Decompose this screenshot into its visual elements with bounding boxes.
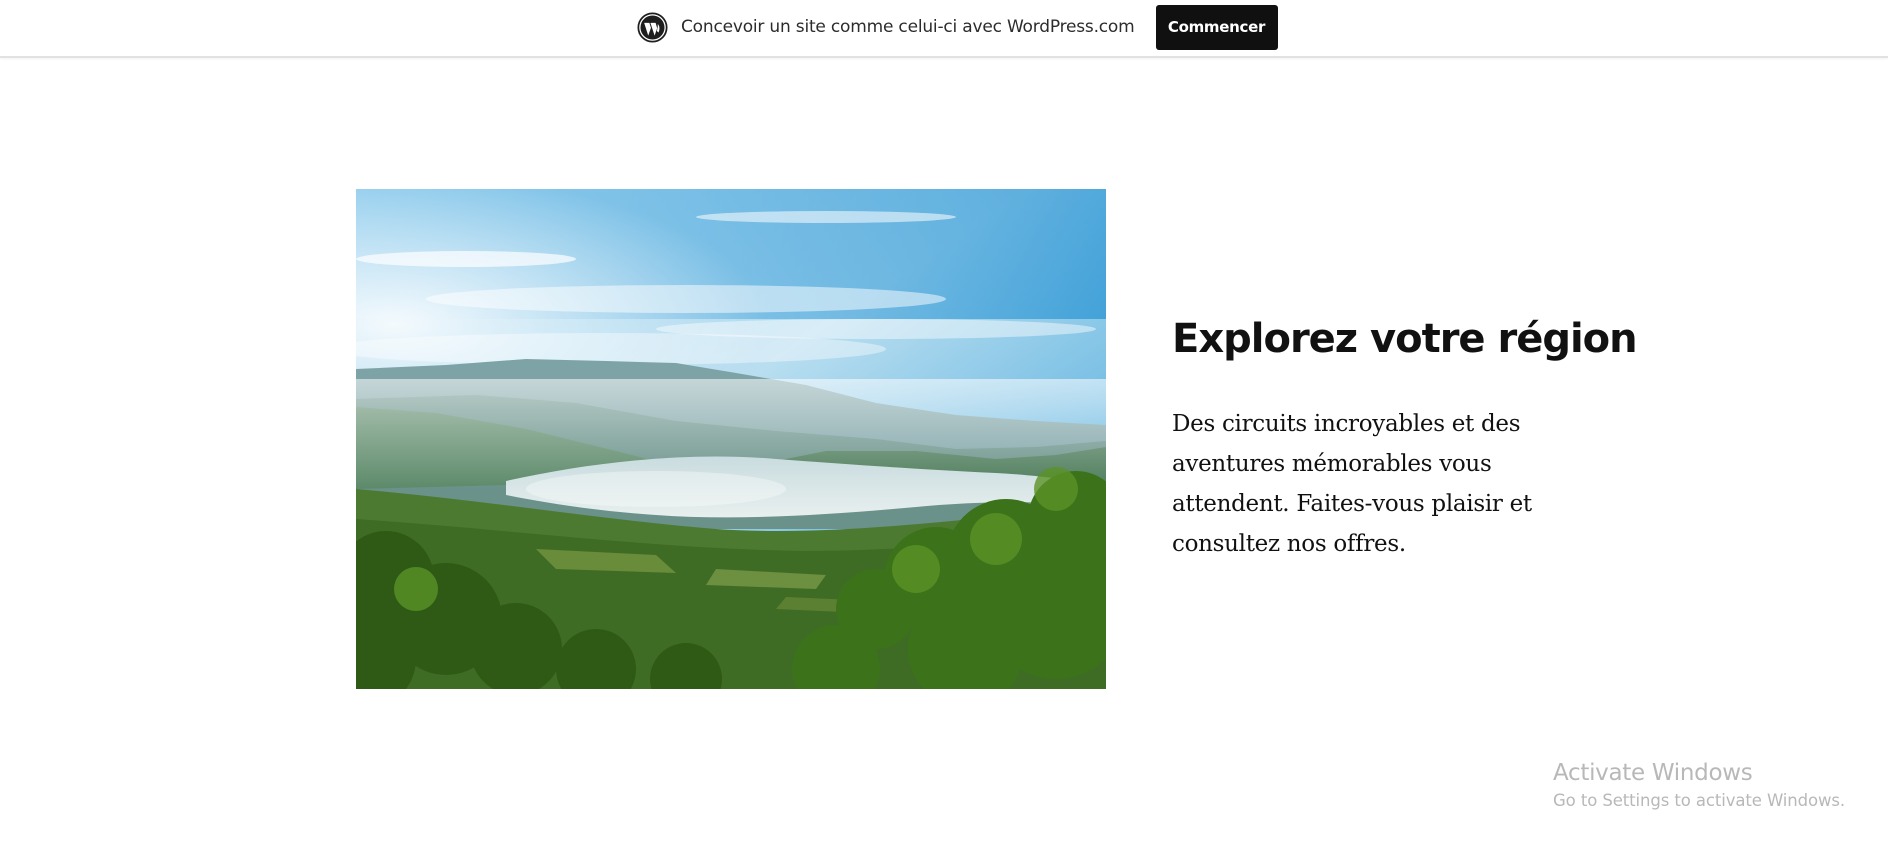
start-button[interactable]: Commencer: [1155, 4, 1278, 50]
watermark-title: Activate Windows: [1553, 760, 1753, 786]
hero-content: Explorez votre région Des circuits incro…: [1172, 310, 1638, 564]
watermark-subtitle: Go to Settings to activate Windows.: [1553, 791, 1846, 810]
promo-text[interactable]: Concevoir un site comme celui-ci avec Wo…: [681, 17, 1135, 37]
hero-body-text: Des circuits incroyables et des aventure…: [1172, 411, 1532, 557]
hero-heading: Explorez votre région: [1172, 316, 1638, 362]
activate-windows-watermark: Activate Windows Go to Settings to activ…: [1553, 758, 1845, 814]
promo-bar-content: Concevoir un site comme celui-ci avec Wo…: [637, 4, 1278, 50]
wordpress-logo-icon[interactable]: [637, 11, 668, 43]
landscape-photo: [356, 189, 1106, 689]
wordpress-promo-bar: Concevoir un site comme celui-ci avec Wo…: [0, 0, 1888, 58]
